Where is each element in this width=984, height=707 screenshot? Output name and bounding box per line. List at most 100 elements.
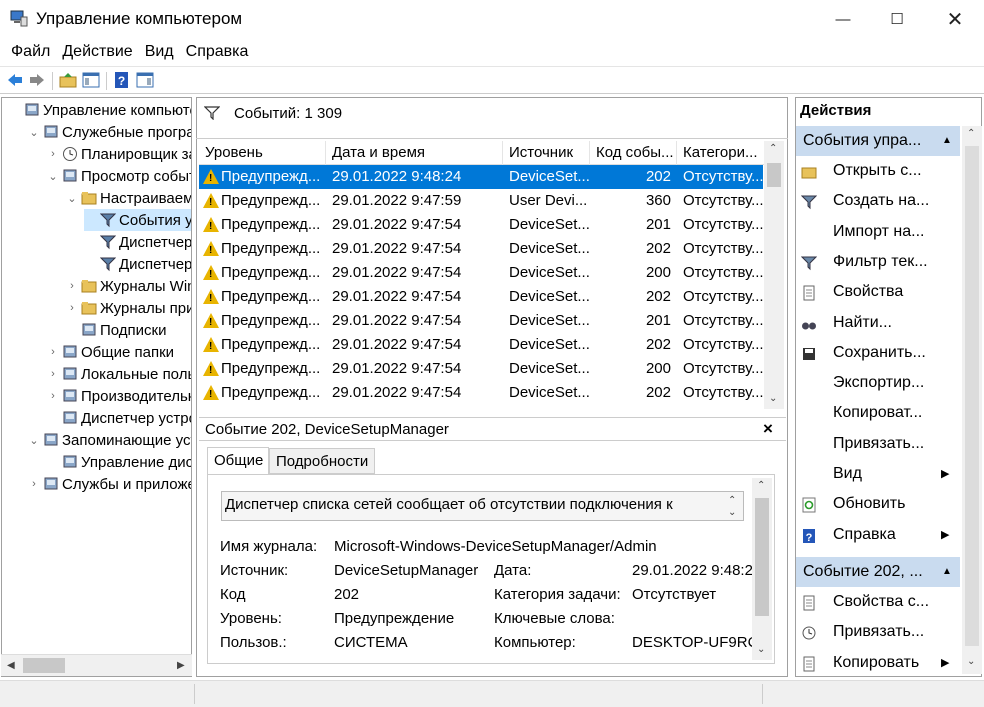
expand-toggle-icon[interactable]: › [27, 478, 41, 490]
action-item[interactable]: Экспортир... [801, 370, 924, 396]
tree-item[interactable]: Диспетчер у [84, 253, 191, 275]
scrollbar-thumb[interactable] [23, 658, 65, 673]
tree-item[interactable]: ⌄ Настраиваемы [65, 187, 191, 209]
scrollbar-thumb[interactable] [965, 146, 979, 646]
expand-toggle-icon[interactable]: › [46, 346, 60, 358]
expand-toggle-icon[interactable]: ⌄ [46, 170, 60, 183]
table-row[interactable]: ! Предупрежд... 29.01.2022 9:47:54 DeviceSe… [199, 333, 763, 357]
action-item[interactable]: Вид ▶ [801, 461, 949, 487]
action-item[interactable]: Сохранить... [801, 340, 926, 366]
action-item[interactable]: Копировать ▶ [801, 650, 949, 676]
column-header-date[interactable]: Дата и время [326, 141, 503, 165]
action-item-label: Импорт на... [833, 222, 925, 240]
tree-item[interactable]: Диспетчер устрой [46, 407, 191, 429]
tree-item[interactable]: › Производительн [46, 385, 191, 407]
action-item[interactable]: Обновить [801, 491, 905, 517]
description-scroll-up-icon[interactable]: ⌃ [728, 495, 736, 506]
show-hide-action-pane-icon[interactable] [136, 71, 154, 89]
action-item[interactable]: Копироват... [801, 400, 922, 426]
expand-toggle-icon[interactable]: › [46, 148, 60, 160]
table-row[interactable]: ! Предупрежд... 29.01.2022 9:47:54 DeviceSe… [199, 237, 763, 261]
cell-level: Предупрежд... [221, 192, 321, 209]
menu-view[interactable]: Вид [139, 43, 180, 61]
column-header-code[interactable]: Код собы... [590, 141, 677, 165]
scrollbar-thumb[interactable] [755, 498, 769, 616]
cell-date: 29.01.2022 9:47:59 [332, 192, 462, 209]
tree-item[interactable]: › Журналы Wind [65, 275, 191, 297]
tree-item[interactable]: ⌄ Просмотр событи [46, 165, 191, 187]
action-item[interactable]: Свойства [801, 279, 903, 305]
menu-help[interactable]: Справка [180, 43, 255, 61]
column-header-category[interactable]: Категори... [677, 141, 766, 165]
cell-source: DeviceSet... [509, 384, 589, 401]
scrollbar-thumb[interactable] [767, 163, 781, 187]
action-item[interactable]: Создать на... [800, 188, 929, 214]
tree-item[interactable]: Управление компьютер [8, 99, 191, 121]
menu-file[interactable]: Файл [5, 43, 56, 61]
action-item[interactable]: Фильтр тек... [800, 249, 928, 275]
events-vertical-scrollbar[interactable]: ⌃ ⌄ [764, 141, 784, 409]
back-arrow-icon[interactable] [6, 71, 24, 89]
actions-vertical-scrollbar[interactable]: ⌃ ⌄ [962, 126, 982, 674]
tree-item-label: Диспетчер у [119, 233, 192, 251]
close-detail-icon[interactable]: × [763, 419, 773, 439]
expand-toggle-icon[interactable]: › [65, 280, 79, 292]
maximize-button[interactable]: ☐ [874, 0, 920, 38]
tree-horizontal-scrollbar[interactable]: ◀ ▶ [1, 654, 192, 676]
menu-action[interactable]: Действие [56, 43, 138, 61]
event-description[interactable]: Диспетчер списка сетей сообщает об отсут… [221, 491, 744, 521]
tree-item[interactable]: › Локальные польз [46, 363, 191, 385]
tree-item[interactable]: Диспетчер у [84, 231, 192, 253]
actions-section-events[interactable]: События упра... ▲ [796, 126, 960, 156]
action-item[interactable]: ? Справка ▶ [801, 522, 949, 548]
description-scroll-down-icon[interactable]: ⌄ [728, 507, 736, 518]
action-item[interactable]: Привязать... [801, 619, 924, 645]
action-item[interactable]: Привязать... [801, 431, 924, 457]
tree-item[interactable]: ⌄ Служебные програм [27, 121, 191, 143]
tab-general[interactable]: Общие [207, 447, 269, 475]
detail-vertical-scrollbar[interactable]: ⌃ ⌄ [752, 478, 772, 660]
table-row[interactable]: ! Предупрежд... 29.01.2022 9:47:54 DeviceSe… [199, 357, 763, 381]
cell-code: 200 [645, 264, 671, 281]
table-row[interactable]: ! Предупрежд... 29.01.2022 9:47:54 DeviceSe… [199, 309, 763, 333]
tree-item[interactable]: › Службы и приложен [27, 473, 191, 495]
action-item[interactable]: Свойства с... [801, 589, 929, 615]
collapse-arrow-icon[interactable]: ▲ [942, 126, 952, 156]
close-button[interactable]: ✕ [932, 0, 978, 38]
tree-item[interactable]: События упр [84, 209, 191, 231]
action-item[interactable]: Открыть с... [801, 158, 922, 184]
tree-item[interactable]: ⌄ Запоминающие устр [27, 429, 191, 451]
cell-category: Отсутству... [683, 168, 763, 185]
column-header-level[interactable]: Уровень [199, 141, 326, 165]
help-icon[interactable]: ? [113, 71, 131, 89]
expand-toggle-icon[interactable]: › [46, 368, 60, 380]
expand-toggle-icon[interactable]: › [65, 302, 79, 314]
tab-details[interactable]: Подробности [269, 448, 375, 474]
expand-toggle-icon[interactable]: ⌄ [27, 126, 41, 139]
expand-toggle-icon[interactable]: ⌄ [27, 434, 41, 447]
collapse-arrow-icon[interactable]: ▲ [942, 557, 952, 587]
expand-toggle-icon[interactable]: › [46, 390, 60, 402]
actions-section-event-202[interactable]: Событие 202, ... ▲ [796, 557, 960, 587]
tree-item[interactable]: › Журналы прил [65, 297, 191, 319]
column-header-source[interactable]: Источник [503, 141, 590, 165]
action-item[interactable]: Найти... [801, 310, 892, 336]
table-row[interactable]: ! Предупрежд... 29.01.2022 9:47:59 User Dev… [199, 189, 763, 213]
table-row[interactable]: ! Предупрежд... 29.01.2022 9:47:54 DeviceSe… [199, 285, 763, 309]
tree-item[interactable]: Управление диска [46, 451, 191, 473]
tree-item[interactable]: Подписки [65, 319, 167, 341]
cell-code: 360 [645, 192, 671, 209]
expand-toggle-icon[interactable]: ⌄ [65, 192, 79, 205]
show-hide-tree-icon[interactable] [82, 71, 100, 89]
table-row[interactable]: ! Предупрежд... 29.01.2022 9:48:24 DeviceSe… [199, 165, 763, 189]
up-folder-icon[interactable] [59, 71, 77, 89]
minimize-button[interactable]: — [820, 0, 866, 38]
tree-item[interactable]: › Общие папки [46, 341, 174, 363]
tree-item[interactable]: › Планировщик зад [46, 143, 191, 165]
window-title: Управление компьютером [36, 9, 243, 28]
action-item[interactable]: Импорт на... [801, 219, 924, 245]
table-row[interactable]: ! Предупрежд... 29.01.2022 9:47:54 DeviceSe… [199, 261, 763, 285]
table-row[interactable]: ! Предупрежд... 29.01.2022 9:47:54 DeviceSe… [199, 381, 763, 405]
forward-arrow-icon[interactable] [28, 71, 46, 89]
table-row[interactable]: ! Предупрежд... 29.01.2022 9:47:54 DeviceSe… [199, 213, 763, 237]
